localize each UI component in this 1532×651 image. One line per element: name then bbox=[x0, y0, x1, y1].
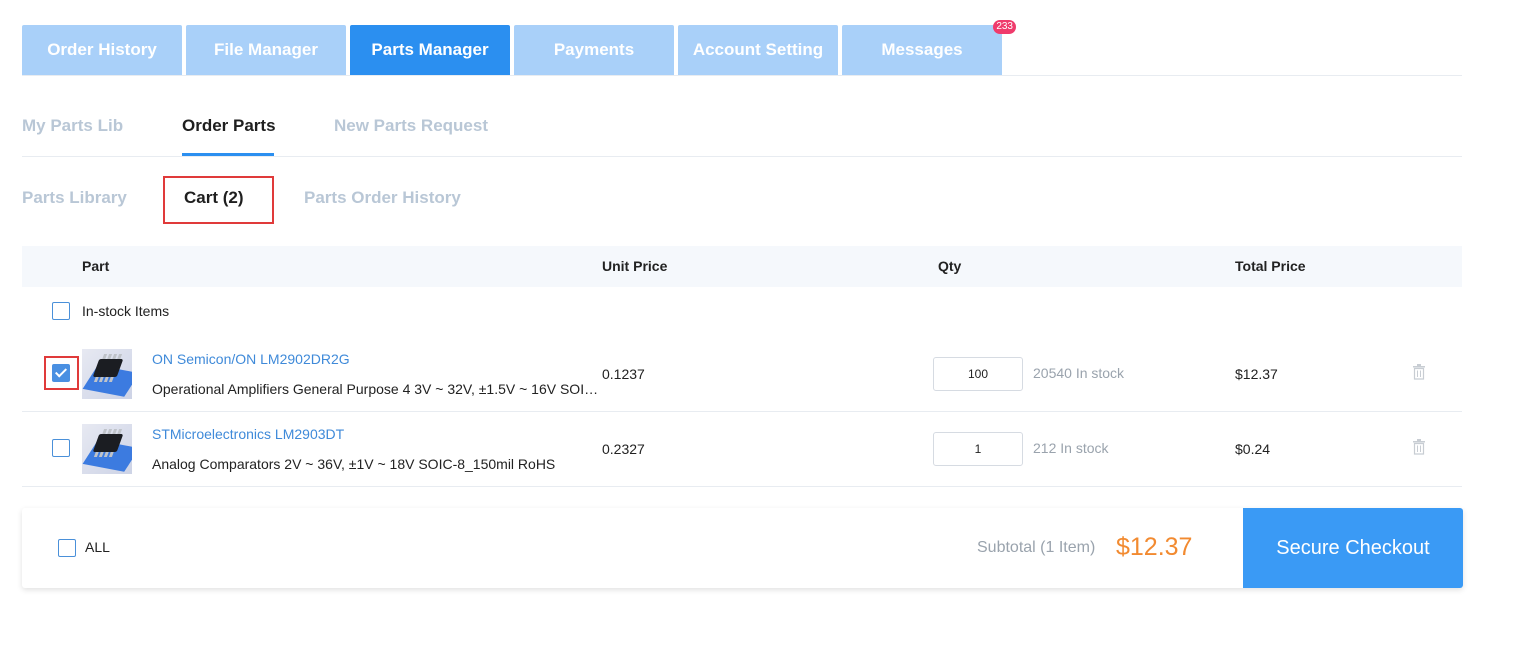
tab-parts-order-history[interactable]: Parts Order History bbox=[304, 188, 461, 208]
trash-icon[interactable] bbox=[1412, 439, 1426, 455]
tab-file-manager[interactable]: File Manager bbox=[186, 25, 346, 75]
part-description: Operational Amplifiers General Purpose 4… bbox=[152, 381, 600, 397]
header-unit-price: Unit Price bbox=[602, 258, 668, 274]
table-row: STMicroelectronics LM2903DT Analog Compa… bbox=[22, 412, 1462, 487]
part-description: Analog Comparators 2V ~ 36V, ±1V ~ 18V S… bbox=[152, 456, 556, 472]
subtab-my-parts-lib[interactable]: My Parts Lib bbox=[22, 116, 123, 136]
chip-pin bbox=[117, 354, 123, 359]
secure-checkout-button[interactable]: Secure Checkout bbox=[1243, 508, 1463, 588]
select-all-label: ALL bbox=[85, 539, 110, 555]
cart-table-header: Part Unit Price Qty Total Price bbox=[22, 246, 1462, 287]
tab-messages[interactable]: Messages 233 bbox=[842, 20, 1016, 75]
stock-count: 212 In stock bbox=[1033, 440, 1109, 456]
stock-count: 20540 In stock bbox=[1033, 365, 1125, 381]
instock-items-label: In-stock Items bbox=[82, 303, 170, 319]
chip-thumbnail bbox=[82, 349, 132, 399]
table-row: ON Semicon/ON LM2902DR2G Operational Amp… bbox=[22, 337, 1462, 412]
total-price: $0.24 bbox=[1235, 441, 1271, 457]
quantity-input[interactable]: 100 bbox=[933, 357, 1023, 391]
subtotal-amount: $12.37 bbox=[1116, 533, 1193, 561]
instock-items-checkbox[interactable] bbox=[52, 302, 70, 320]
trash-icon[interactable] bbox=[1412, 364, 1426, 380]
tab-parts-manager[interactable]: Parts Manager bbox=[350, 25, 510, 75]
total-price: $12.37 bbox=[1235, 366, 1278, 382]
top-tab-bar: Order History File Manager Parts Manager… bbox=[22, 20, 1462, 76]
subtab-order-parts[interactable]: Order Parts bbox=[182, 116, 276, 136]
unit-price: 0.2327 bbox=[602, 441, 645, 457]
part-name-link[interactable]: STMicroelectronics LM2903DT bbox=[152, 426, 344, 442]
quantity-input[interactable]: 1 bbox=[933, 432, 1023, 466]
messages-badge: 233 bbox=[993, 20, 1016, 34]
cart-footer: ALL Subtotal (1 Item) $12.37 Secure Chec… bbox=[22, 508, 1463, 588]
header-total-price: Total Price bbox=[1235, 258, 1306, 274]
chip-pin bbox=[117, 429, 123, 434]
row-1-checkbox-highlight bbox=[44, 356, 79, 390]
active-subtab-underline bbox=[182, 153, 274, 156]
unit-price: 0.1237 bbox=[602, 366, 645, 382]
cart-tab-highlight bbox=[163, 176, 274, 224]
subtab-new-parts-request[interactable]: New Parts Request bbox=[334, 116, 488, 136]
header-part: Part bbox=[82, 258, 110, 274]
tab-order-history[interactable]: Order History bbox=[22, 25, 182, 75]
tab-payments[interactable]: Payments bbox=[514, 25, 674, 75]
tab-account-setting[interactable]: Account Setting bbox=[678, 25, 838, 75]
sub-tab-bar: My Parts Lib Order Parts New Parts Reque… bbox=[22, 100, 1462, 157]
tab-parts-library[interactable]: Parts Library bbox=[22, 188, 127, 208]
row-2-checkbox[interactable] bbox=[52, 439, 70, 457]
select-all-checkbox[interactable] bbox=[58, 539, 76, 557]
subtotal-label: Subtotal (1 Item) bbox=[977, 539, 1096, 556]
chip-thumbnail bbox=[82, 424, 132, 474]
header-qty: Qty bbox=[938, 258, 962, 274]
part-name-link[interactable]: ON Semicon/ON LM2902DR2G bbox=[152, 351, 350, 367]
